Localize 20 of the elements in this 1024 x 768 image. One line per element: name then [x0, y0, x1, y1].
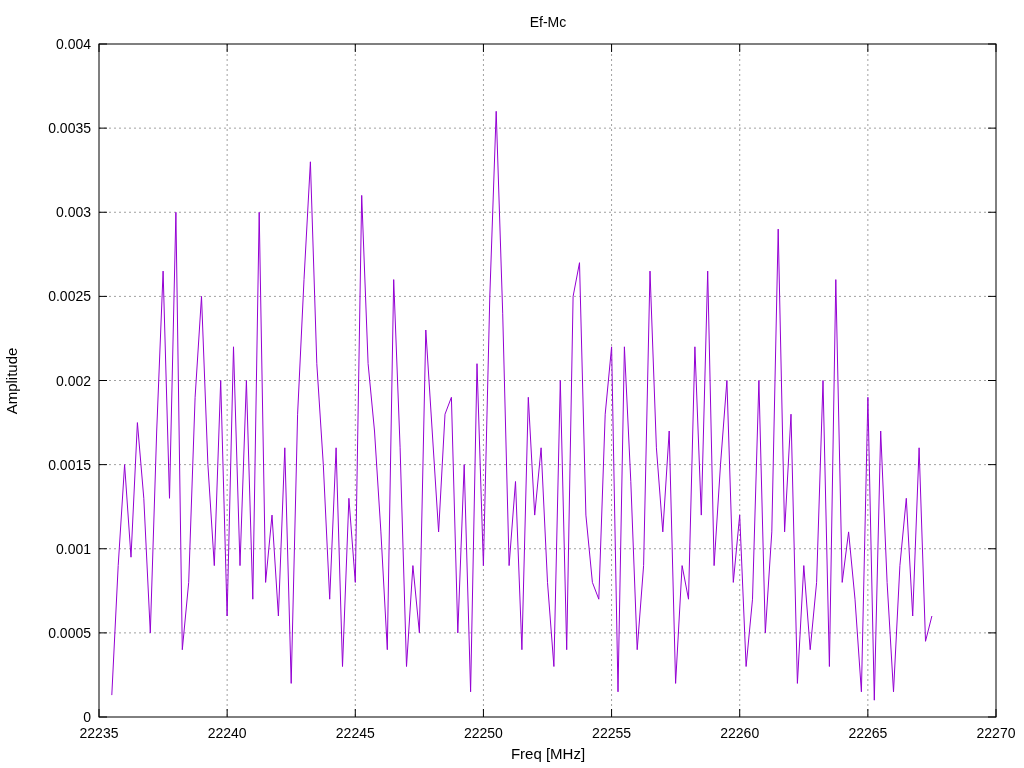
- tick-label: 0.002: [55, 372, 91, 389]
- tick-label: 22265: [848, 725, 888, 741]
- tick-label: 22245: [335, 725, 375, 741]
- tick-label: 0: [83, 709, 91, 725]
- tick-label: 0.001: [55, 540, 91, 557]
- axis-label: Amplitude: [3, 347, 20, 415]
- tick-label: 0.004: [55, 36, 91, 52]
- tick-label: 0.0005: [48, 624, 91, 641]
- tick-label: 0.003: [55, 204, 91, 221]
- tick-label: 0.0025: [48, 288, 91, 305]
- chart-title: Ef-Mc: [529, 14, 567, 30]
- tick-label: 22250: [463, 725, 503, 741]
- tick-label: 0.0035: [48, 120, 91, 137]
- tick-label: 0.0015: [48, 456, 91, 473]
- tick-label: 22270: [976, 725, 1016, 741]
- tick-label: 22235: [79, 725, 119, 741]
- axis-label: Freq [MHz]: [510, 745, 586, 762]
- tick-label: 22240: [207, 725, 247, 741]
- tick-label: 22260: [720, 725, 760, 741]
- tick-label: 22255: [592, 725, 632, 741]
